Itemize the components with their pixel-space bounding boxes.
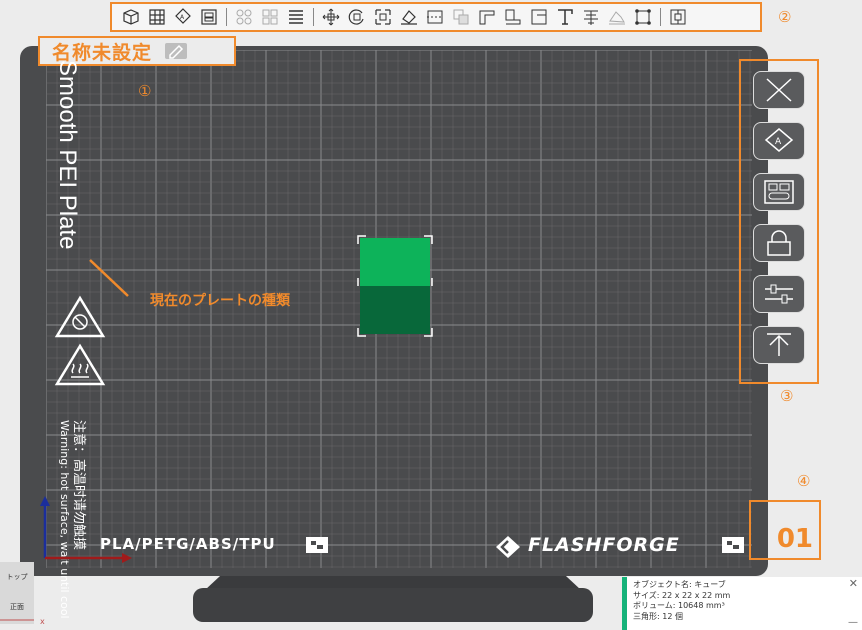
plate-type-note: 現在のプレートの種類 xyxy=(150,293,290,309)
merge-icon[interactable] xyxy=(257,5,283,29)
toolbar-separator xyxy=(313,8,314,26)
plate-number-box[interactable]: 01 xyxy=(749,500,821,560)
view-top-label[interactable]: トップ xyxy=(0,572,34,582)
brand-logo: FLASHFORGE xyxy=(528,534,680,556)
qr-mark-icon xyxy=(722,537,744,553)
arrow-up-icon xyxy=(767,333,791,356)
lay-on-face-icon[interactable] xyxy=(396,5,422,29)
svg-text:A: A xyxy=(775,137,782,147)
toolbar-separator xyxy=(660,8,661,26)
object-info-panel: オブジェクト名: キューブ サイズ: 22 x 22 x 22 mm ボリューム… xyxy=(622,577,862,630)
qr-mark-icon xyxy=(306,537,328,553)
arrange-plate-icon: A xyxy=(764,128,794,152)
network-icon[interactable] xyxy=(665,5,691,29)
lock-icon xyxy=(767,230,791,256)
toolbar-separator xyxy=(226,8,227,26)
delete-plate-button[interactable] xyxy=(753,71,805,109)
plate-number: 01 xyxy=(776,524,813,554)
object-name: オブジェクト名: キューブ xyxy=(633,580,726,589)
svg-text:x: x xyxy=(40,617,45,626)
callout-2: ② xyxy=(778,8,792,26)
mini-axis-indicator: x xyxy=(0,617,45,626)
measure-icon[interactable] xyxy=(630,5,656,29)
filament-types: PLA/PETG/ABS/TPU xyxy=(100,535,276,553)
color-paint-icon[interactable] xyxy=(526,5,552,29)
objects-icon xyxy=(764,180,794,204)
object-size: サイズ: 22 x 22 x 22 mm xyxy=(633,590,731,600)
cut-icon[interactable] xyxy=(422,5,448,29)
close-icon[interactable]: ✕ xyxy=(849,578,858,590)
no-touch-warning-icon xyxy=(54,295,106,338)
split-icon[interactable] xyxy=(231,5,257,29)
move-to-top-button[interactable] xyxy=(753,326,805,364)
selection-corners xyxy=(357,235,433,337)
plate-objects-button[interactable] xyxy=(753,173,805,211)
callout-1: ① xyxy=(138,82,152,100)
callout-3: ③ xyxy=(780,387,794,405)
main-toolbar: A xyxy=(110,2,762,32)
object-volume: ボリューム: 10648 mm³ xyxy=(633,601,725,610)
plate-type-label: Smooth PEI Plate xyxy=(54,60,81,250)
flashforge-logo-icon xyxy=(496,536,520,558)
boolean-icon[interactable] xyxy=(448,5,474,29)
edit-icon[interactable] xyxy=(164,42,188,60)
svg-text:A: A xyxy=(180,14,185,21)
plate-settings-icon[interactable]: A xyxy=(170,5,196,29)
arrange-icon[interactable] xyxy=(144,5,170,29)
view-front-label[interactable]: 正面 xyxy=(0,602,34,612)
object-triangles: 三角形: 12 個 xyxy=(633,611,683,621)
rotate-icon[interactable] xyxy=(344,5,370,29)
support-paint-icon[interactable] xyxy=(474,5,500,29)
auto-arrange-button[interactable]: A xyxy=(753,122,805,160)
layer-icon[interactable] xyxy=(196,5,222,29)
sliders-icon xyxy=(765,284,793,304)
hot-surface-warning-icon xyxy=(54,343,106,386)
variable-layer-icon[interactable] xyxy=(578,5,604,29)
assembly-icon[interactable] xyxy=(604,5,630,29)
layers-list-icon[interactable] xyxy=(283,5,309,29)
text-icon[interactable] xyxy=(552,5,578,29)
plate-action-panel: A xyxy=(739,59,819,384)
plate-settings-button[interactable] xyxy=(753,275,805,313)
seam-paint-icon[interactable] xyxy=(500,5,526,29)
add-cube-icon[interactable] xyxy=(118,5,144,29)
minimize-icon[interactable]: — xyxy=(848,617,858,629)
close-icon xyxy=(766,78,792,102)
scale-icon[interactable] xyxy=(370,5,396,29)
plate-stand-base xyxy=(193,588,593,622)
callout-4: ④ xyxy=(797,472,811,490)
lock-plate-button[interactable] xyxy=(753,224,805,262)
move-icon[interactable] xyxy=(318,5,344,29)
axis-indicator xyxy=(40,496,132,563)
